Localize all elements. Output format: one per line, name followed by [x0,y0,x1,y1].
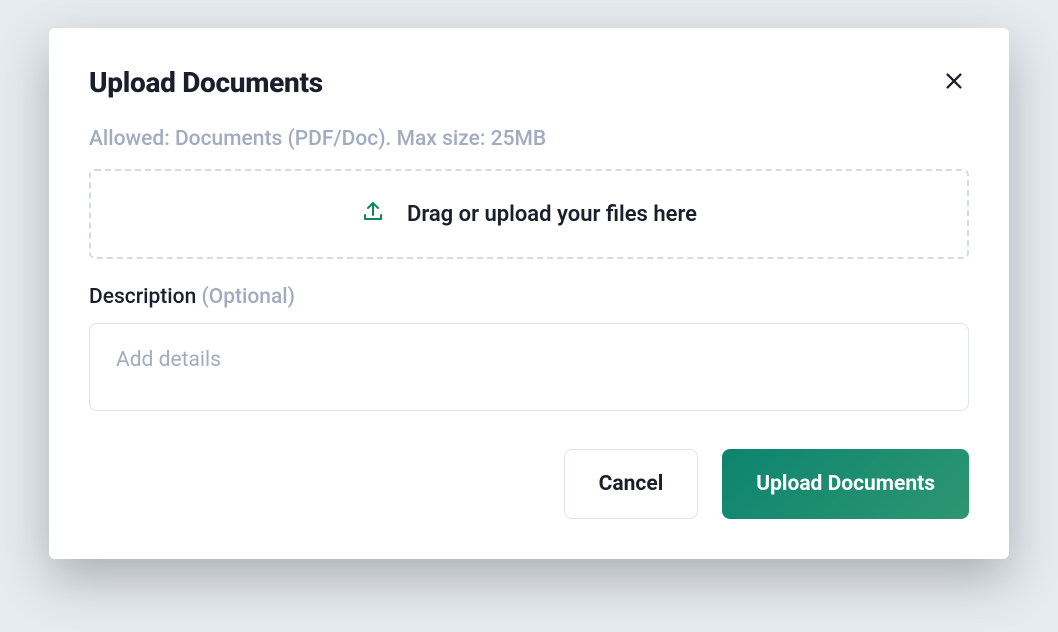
upload-documents-modal: Upload Documents Allowed: Documents (PDF… [49,28,1009,559]
close-icon [943,70,965,95]
description-label: Description (Optional) [89,285,969,309]
description-input[interactable] [89,323,969,411]
close-button[interactable] [939,66,969,99]
upload-icon [361,200,385,228]
modal-footer: Cancel Upload Documents [89,449,969,519]
modal-header: Upload Documents [89,66,969,99]
description-label-text: Description [89,285,196,309]
dropzone-label: Drag or upload your files here [407,202,697,227]
description-optional-text: (Optional) [202,285,296,309]
cancel-button[interactable]: Cancel [564,449,699,519]
modal-title: Upload Documents [89,66,323,99]
file-dropzone[interactable]: Drag or upload your files here [89,169,969,259]
allowed-file-info: Allowed: Documents (PDF/Doc). Max size: … [89,127,969,151]
upload-documents-button[interactable]: Upload Documents [722,449,969,519]
